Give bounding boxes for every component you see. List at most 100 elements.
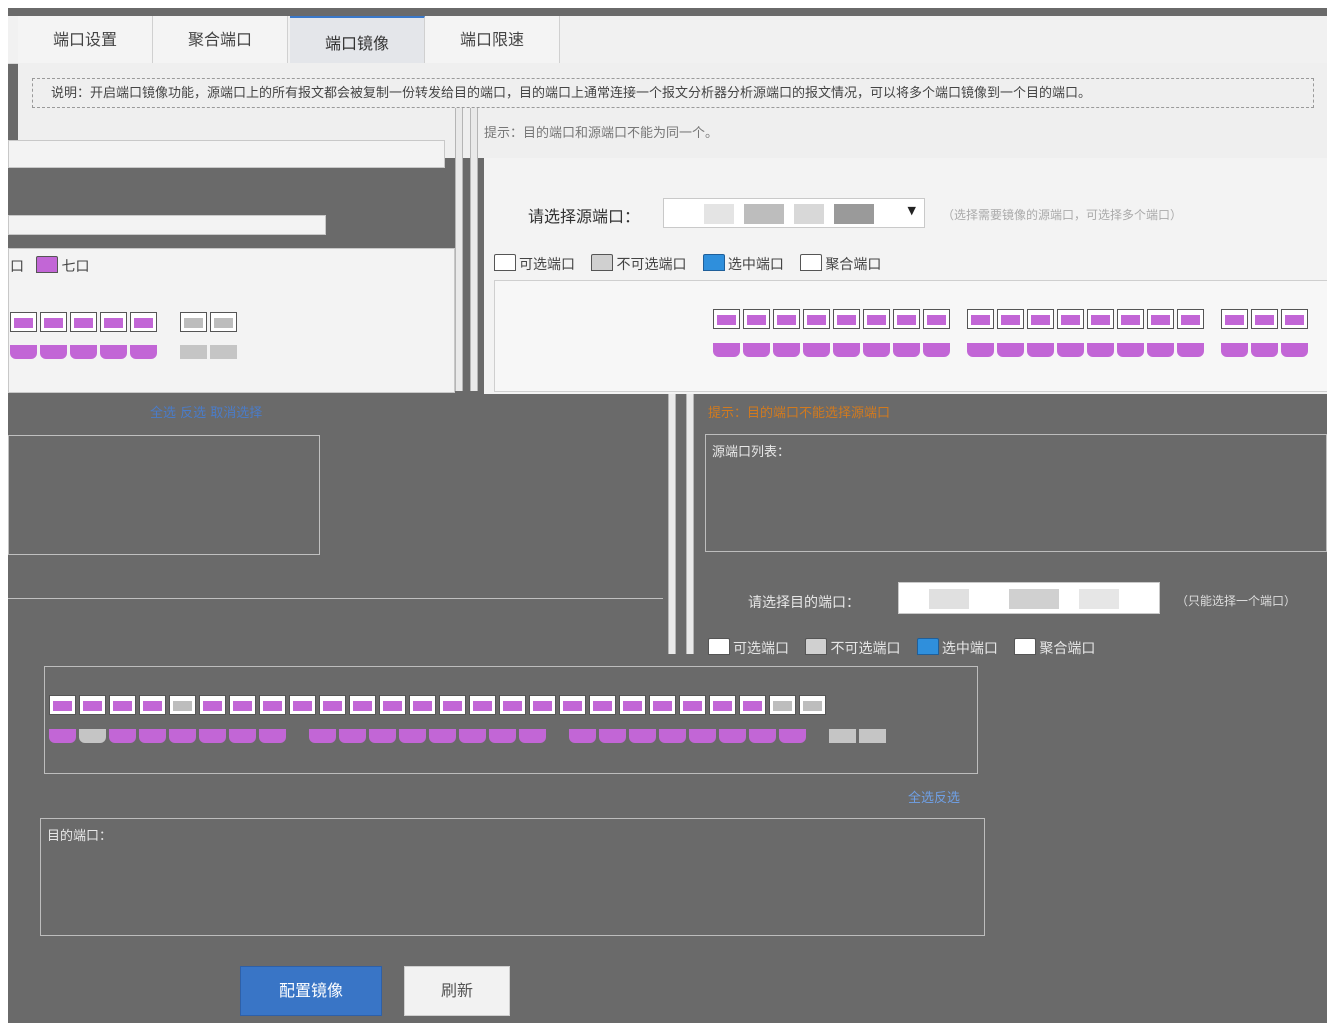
port-icon[interactable] xyxy=(893,309,920,329)
port-icon[interactable] xyxy=(1087,343,1114,357)
port-icon[interactable] xyxy=(379,695,406,715)
port-icon[interactable] xyxy=(1147,343,1174,357)
port-icon[interactable] xyxy=(79,695,106,715)
port-icon[interactable] xyxy=(139,729,166,743)
port-icon[interactable] xyxy=(619,695,646,715)
port-icon[interactable] xyxy=(499,695,526,715)
port-icon[interactable] xyxy=(180,345,207,359)
port-icon[interactable] xyxy=(923,309,950,329)
port-icon[interactable] xyxy=(773,309,800,329)
dest-port-select[interactable] xyxy=(898,582,1160,614)
port-icon[interactable] xyxy=(40,345,67,359)
port-icon[interactable] xyxy=(923,343,950,357)
refresh-button[interactable]: 刷新 xyxy=(404,966,510,1016)
select-all-links[interactable]: 全选 反选 取消选择 xyxy=(150,402,262,421)
port-icon[interactable] xyxy=(599,729,626,743)
port-icon[interactable] xyxy=(713,309,740,329)
port-icon[interactable] xyxy=(997,343,1024,357)
port-icon[interactable] xyxy=(1177,343,1204,357)
port-icon[interactable] xyxy=(519,729,546,743)
port-icon[interactable] xyxy=(369,729,396,743)
source-list-box[interactable]: 源端口列表： xyxy=(705,434,1327,552)
port-icon[interactable] xyxy=(709,695,736,715)
tab-aggregate-ports[interactable]: 聚合端口 xyxy=(153,16,288,63)
port-icon[interactable] xyxy=(399,729,426,743)
port-icon[interactable] xyxy=(689,729,716,743)
port-icon[interactable] xyxy=(139,695,166,715)
source-port-select[interactable]: ▼ xyxy=(663,198,925,228)
port-icon[interactable] xyxy=(130,345,157,359)
port-icon[interactable] xyxy=(659,729,686,743)
port-icon[interactable] xyxy=(1027,343,1054,357)
port-icon[interactable] xyxy=(649,695,676,715)
port-icon[interactable] xyxy=(799,695,826,715)
apply-mirror-button[interactable]: 配置镜像 xyxy=(240,966,382,1016)
port-icon[interactable] xyxy=(459,729,486,743)
port-icon[interactable] xyxy=(739,695,766,715)
port-icon[interactable] xyxy=(210,312,237,332)
port-icon[interactable] xyxy=(1117,343,1144,357)
port-icon[interactable] xyxy=(10,312,37,332)
port-icon[interactable] xyxy=(130,312,157,332)
port-icon[interactable] xyxy=(859,729,886,743)
port-icon[interactable] xyxy=(829,729,856,743)
port-icon[interactable] xyxy=(1251,309,1278,329)
port-icon[interactable] xyxy=(349,695,376,715)
port-icon[interactable] xyxy=(100,345,127,359)
port-icon[interactable] xyxy=(679,695,706,715)
port-icon[interactable] xyxy=(489,729,516,743)
port-icon[interactable] xyxy=(339,729,366,743)
port-icon[interactable] xyxy=(1221,309,1248,329)
port-icon[interactable] xyxy=(180,312,207,332)
port-icon[interactable] xyxy=(70,345,97,359)
port-icon[interactable] xyxy=(779,729,806,743)
port-icon[interactable] xyxy=(1221,343,1248,357)
port-icon[interactable] xyxy=(10,345,37,359)
port-icon[interactable] xyxy=(109,729,136,743)
port-icon[interactable] xyxy=(743,309,770,329)
port-icon[interactable] xyxy=(803,309,830,329)
port-icon[interactable] xyxy=(169,729,196,743)
port-icon[interactable] xyxy=(229,729,256,743)
port-icon[interactable] xyxy=(1281,343,1308,357)
port-icon[interactable] xyxy=(259,695,286,715)
port-icon[interactable] xyxy=(833,343,860,357)
port-icon[interactable] xyxy=(1057,343,1084,357)
tab-port-settings[interactable]: 端口设置 xyxy=(18,16,153,63)
tab-port-mirroring[interactable]: 端口镜像 xyxy=(290,16,425,65)
port-icon[interactable] xyxy=(259,729,286,743)
port-icon[interactable] xyxy=(1057,309,1084,329)
port-icon[interactable] xyxy=(1251,343,1278,357)
port-icon[interactable] xyxy=(1147,309,1174,329)
port-icon[interactable] xyxy=(70,312,97,332)
port-icon[interactable] xyxy=(49,695,76,715)
port-icon[interactable] xyxy=(309,729,336,743)
port-icon[interactable] xyxy=(210,345,237,359)
port-icon[interactable] xyxy=(713,343,740,357)
port-icon[interactable] xyxy=(439,695,466,715)
port-icon[interactable] xyxy=(49,729,76,743)
port-icon[interactable] xyxy=(199,695,226,715)
port-icon[interactable] xyxy=(997,309,1024,329)
port-icon[interactable] xyxy=(319,695,346,715)
port-icon[interactable] xyxy=(40,312,67,332)
tab-port-rate-limit[interactable]: 端口限速 xyxy=(425,16,560,63)
port-icon[interactable] xyxy=(863,309,890,329)
port-icon[interactable] xyxy=(1087,309,1114,329)
port-icon[interactable] xyxy=(967,343,994,357)
port-icon[interactable] xyxy=(773,343,800,357)
port-icon[interactable] xyxy=(109,695,136,715)
port-icon[interactable] xyxy=(199,729,226,743)
port-icon[interactable] xyxy=(769,695,796,715)
port-icon[interactable] xyxy=(1027,309,1054,329)
port-icon[interactable] xyxy=(559,695,586,715)
port-icon[interactable] xyxy=(589,695,616,715)
port-icon[interactable] xyxy=(79,729,106,743)
port-icon[interactable] xyxy=(429,729,456,743)
port-icon[interactable] xyxy=(967,309,994,329)
port-icon[interactable] xyxy=(833,309,860,329)
port-icon[interactable] xyxy=(229,695,256,715)
port-icon[interactable] xyxy=(893,343,920,357)
port-icon[interactable] xyxy=(719,729,746,743)
port-icon[interactable] xyxy=(1117,309,1144,329)
